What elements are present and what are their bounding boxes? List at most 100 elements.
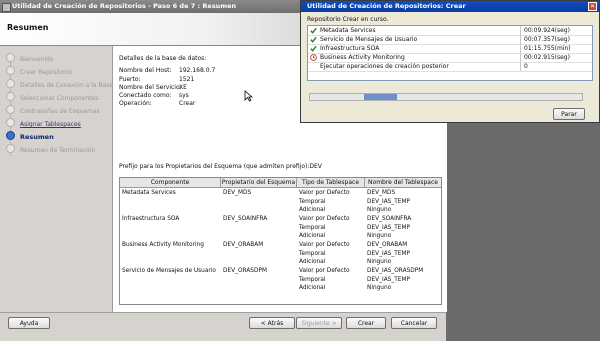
step-crear-repositorio: Crear Repositorio bbox=[6, 66, 72, 76]
cell-component: Business Activity Monitoring bbox=[122, 242, 204, 248]
page-title: Resumen bbox=[7, 23, 49, 32]
cell-type: Temporal bbox=[299, 250, 326, 257]
cell-type: Valor por Defecto bbox=[299, 242, 350, 248]
db-details: Detalles de la base de datos: Nombre del… bbox=[119, 55, 215, 109]
detail-operation: Operación: Crear bbox=[119, 100, 206, 108]
cell-type: Valor por Defecto bbox=[299, 216, 350, 222]
cell-tablespace: DEV_IAS_TEMP bbox=[367, 276, 410, 283]
cell-tablespace: DEV_SOAINFRA bbox=[367, 216, 412, 222]
step-detalles-conexion: Detalles de Conexión a la Base de bbox=[6, 79, 123, 89]
progress-fill bbox=[364, 94, 397, 100]
cell-type: Valor por Defecto bbox=[299, 268, 350, 274]
list-item: Ejecutar operaciones de creación posteri… bbox=[308, 62, 592, 72]
cell-owner: DEV_SOAINFRA bbox=[223, 216, 268, 222]
detail-service: Nombre del Servicio: XE bbox=[119, 84, 206, 92]
check-icon bbox=[310, 27, 317, 34]
cancel-button[interactable]: Cancelar bbox=[391, 317, 437, 329]
cell-tablespace: DEV_ORABAM bbox=[367, 242, 408, 248]
step-bienvenido: Bienvenido bbox=[6, 53, 53, 63]
cell-type: Valor por Defecto bbox=[299, 190, 350, 196]
schema-prefix-line: Prefijo para los Propietarios del Esquem… bbox=[119, 163, 322, 170]
detail-label: Nombre del Servicio: bbox=[119, 83, 182, 91]
detail-value: Crear bbox=[179, 100, 196, 108]
wizard-steps: Bienvenido Crear Repositorio Detalles de… bbox=[0, 46, 123, 312]
cell-owner: DEV_ORABAM bbox=[223, 242, 264, 248]
cell-owner: DEV_MDS bbox=[223, 190, 252, 196]
detail-label: Operación: bbox=[119, 100, 152, 108]
step-resumen-terminacion: Resumen de Terminación bbox=[6, 144, 95, 154]
cell-type: Temporal bbox=[299, 276, 326, 283]
step-label: Contraseñas de Esquemas bbox=[20, 108, 100, 115]
operation-time: 00:02.915(seg) bbox=[520, 53, 570, 62]
step-label: Bienvenido bbox=[20, 56, 54, 63]
step-dot-icon bbox=[6, 144, 15, 153]
details-heading-text: Detalles de la base de datos: bbox=[119, 55, 207, 62]
app-icon bbox=[2, 3, 11, 12]
step-dot-icon bbox=[6, 53, 15, 62]
details-heading: Detalles de la base de datos: bbox=[119, 55, 206, 63]
col-header-componente[interactable]: Componente bbox=[120, 178, 221, 188]
dialog-title: Utilidad de Creación de Repositorios: Cr… bbox=[307, 2, 466, 10]
col-header-propietario[interactable]: Propietario del Esquema bbox=[221, 178, 297, 188]
back-button[interactable]: < Atrás bbox=[249, 317, 295, 329]
cell-tablespace: DEV_IAS_ORASDPM bbox=[367, 268, 424, 274]
cell-component: Servicio de Mensajes de Usuario bbox=[122, 268, 216, 274]
step-dot-icon bbox=[6, 79, 15, 88]
cell-type: Adicional bbox=[299, 285, 326, 291]
detail-label: Conectado como: bbox=[119, 92, 172, 100]
check-icon bbox=[310, 36, 317, 43]
step-dot-icon bbox=[6, 92, 15, 101]
mouse-cursor-icon bbox=[244, 90, 253, 102]
cell-component: Metadata Services bbox=[122, 190, 176, 196]
operation-time: 01:15.755(min) bbox=[520, 44, 571, 53]
cell-tablespace: Ninguno bbox=[367, 233, 392, 239]
detail-port: Puerto: 1521 bbox=[119, 76, 206, 84]
help-button[interactable]: Ayuda bbox=[8, 317, 50, 329]
step-asignar-tablespaces[interactable]: Asignar Tablespaces bbox=[6, 118, 81, 128]
window-title: Utilidad de Creación de Repositorios - P… bbox=[12, 2, 237, 10]
operations-list: Metadata Services 00:09.924(seg) Servici… bbox=[307, 25, 593, 81]
cell-component: Infraestructura SOA bbox=[122, 216, 180, 222]
tablespace-table: Componente Propietario del Esquema Tipo … bbox=[119, 177, 442, 305]
operation-name: Infraestructura SOA bbox=[320, 45, 380, 52]
col-header-tipo[interactable]: Tipo de Tablespace bbox=[297, 178, 365, 188]
cell-type: Adicional bbox=[299, 233, 326, 239]
dialog-status-text: Repositorio Crear en curso. bbox=[307, 16, 389, 23]
step-label: Asignar Tablespaces bbox=[20, 121, 81, 128]
step-label: Resumen bbox=[20, 133, 54, 141]
create-progress-dialog: Utilidad de Creación de Repositorios: Cr… bbox=[300, 0, 600, 123]
clock-icon bbox=[310, 54, 317, 61]
step-resumen: Resumen bbox=[6, 131, 54, 141]
step-dot-icon bbox=[6, 105, 15, 114]
cell-tablespace: Ninguno bbox=[367, 285, 392, 291]
cell-type: Temporal bbox=[299, 198, 326, 205]
cell-tablespace: DEV_IAS_TEMP bbox=[367, 224, 410, 231]
step-dot-icon bbox=[6, 118, 15, 127]
operation-name: Business Activity Monitoring bbox=[320, 54, 405, 61]
create-button[interactable]: Crear bbox=[346, 317, 386, 329]
cell-tablespace: Ninguno bbox=[367, 259, 392, 265]
dialog-title-bar[interactable]: Utilidad de Creación de Repositorios: Cr… bbox=[301, 1, 599, 12]
cell-type: Temporal bbox=[299, 224, 326, 231]
cell-type: Adicional bbox=[299, 259, 326, 265]
cell-tablespace: Ninguno bbox=[367, 207, 392, 213]
next-button[interactable]: Siguiente > bbox=[296, 317, 342, 329]
cell-tablespace: DEV_IAS_TEMP bbox=[367, 250, 410, 257]
detail-value: 192.168.0.7 bbox=[179, 67, 216, 75]
detail-host: Nombre del Host: 192.168.0.7 bbox=[119, 67, 215, 75]
step-label: Detalles de Conexión a la Base de bbox=[20, 82, 123, 89]
close-icon[interactable]: ✕ bbox=[588, 2, 597, 11]
operation-time: 0 bbox=[520, 62, 528, 71]
detail-value: XE bbox=[179, 83, 187, 91]
operation-name: Metadata Services bbox=[320, 27, 376, 34]
step-label: Crear Repositorio bbox=[20, 69, 72, 76]
stop-button[interactable]: Parar bbox=[553, 108, 585, 120]
step-seleccionar-componentes: Seleccionar Componentes bbox=[6, 92, 98, 102]
cell-tablespace: DEV_MDS bbox=[367, 190, 396, 196]
wizard-footer: Ayuda < Atrás Siguiente > Crear Cancelar bbox=[0, 312, 446, 341]
operation-name: Ejecutar operaciones de creación posteri… bbox=[320, 63, 449, 70]
col-header-nombre[interactable]: Nombre del Tablespace bbox=[365, 178, 441, 188]
detail-label: Puerto: bbox=[119, 75, 141, 83]
detail-value: sys bbox=[179, 92, 189, 100]
step-dot-icon bbox=[6, 66, 15, 75]
